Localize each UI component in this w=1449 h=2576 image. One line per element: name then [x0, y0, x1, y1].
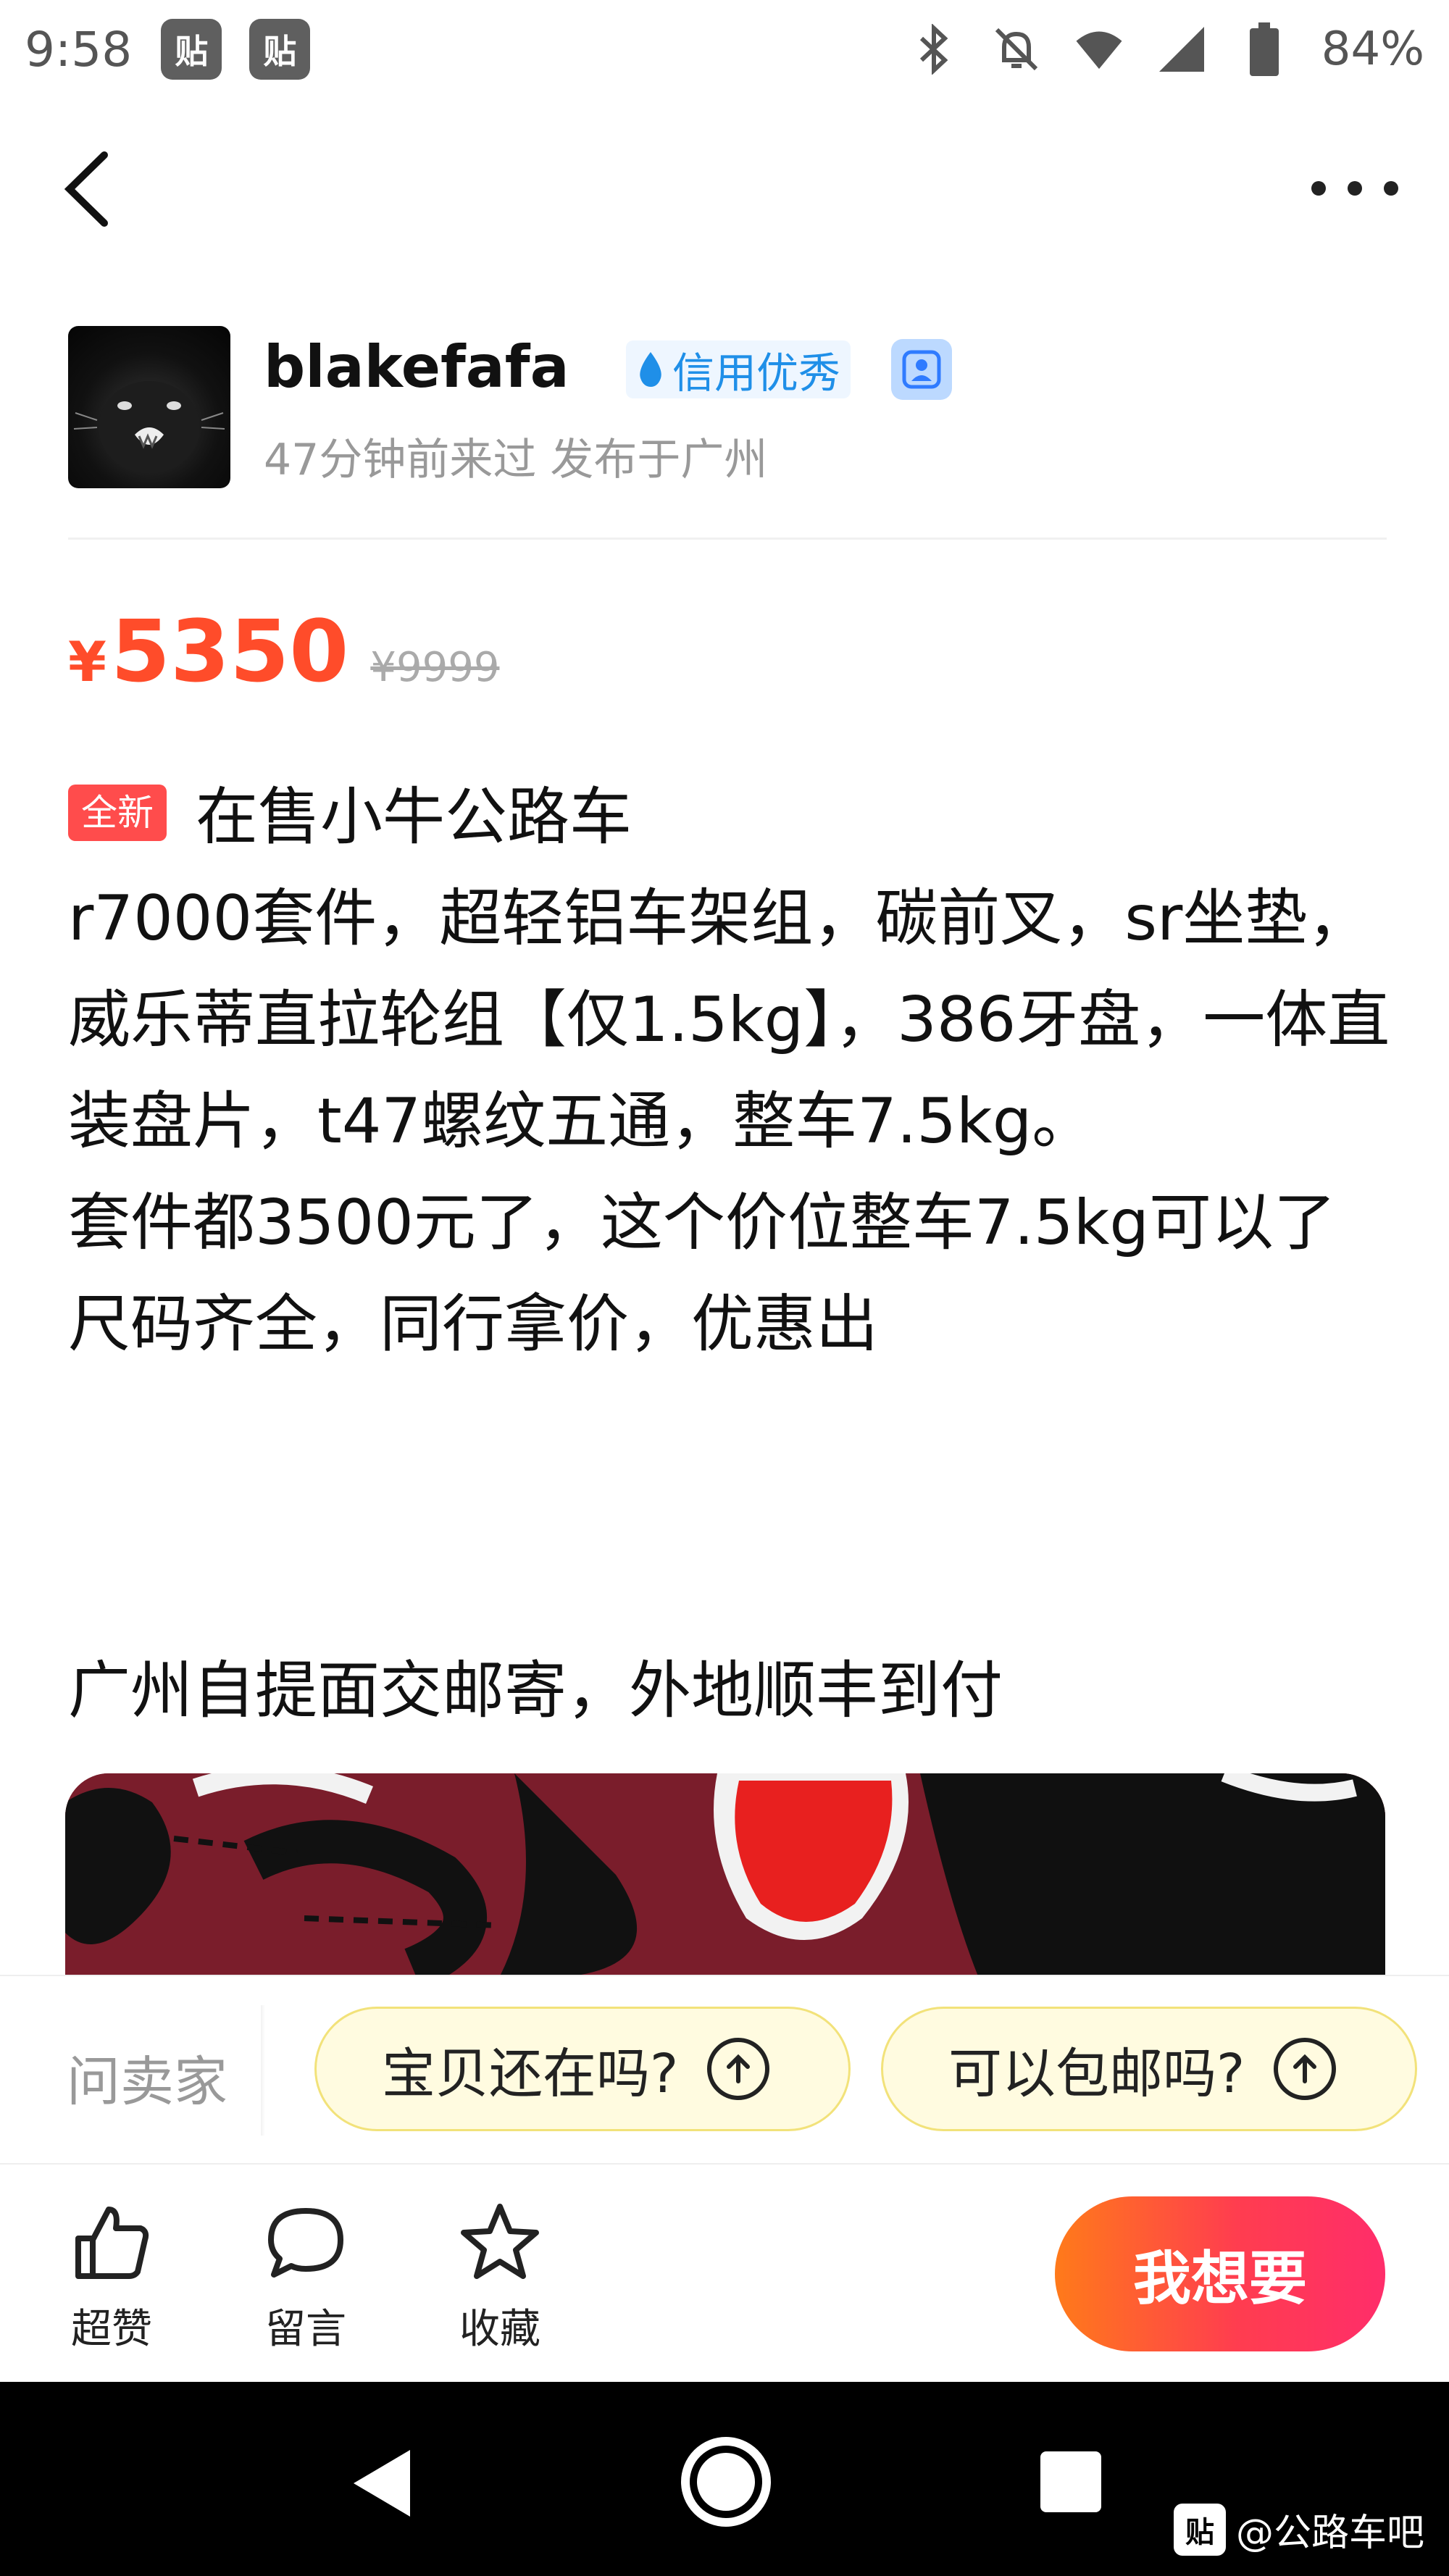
listing-description: 全新 在售小牛公路车 r7000套件，超轻铝车架组，碳前叉，sr坐垫，威乐蒂直拉轮… — [68, 766, 1401, 1375]
arrow-up-icon — [707, 2038, 770, 2100]
mute-icon — [991, 24, 1042, 75]
nav-back-button[interactable] — [341, 2440, 427, 2527]
signal-icon — [1156, 24, 1207, 75]
quick-question-button[interactable]: 宝贝还在吗? — [314, 2007, 851, 2131]
watermark: 贴 @公路车吧 — [1174, 2502, 1424, 2556]
price-row: ¥ 5350 ¥9999 — [68, 601, 499, 703]
like-button[interactable]: 超赞 — [54, 2199, 170, 2355]
watermark-text: @公路车吧 — [1236, 2512, 1425, 2555]
new-tag: 全新 — [68, 785, 167, 841]
nav-recents-button[interactable] — [1040, 2451, 1101, 2512]
notification-badge: 贴 — [249, 19, 311, 80]
favorite-label: 收藏 — [459, 2306, 540, 2353]
divider — [261, 2005, 265, 2136]
credit-badge[interactable]: 信用优秀 — [626, 340, 851, 398]
home-circle-icon — [697, 2453, 755, 2511]
favorite-button[interactable]: 收藏 — [442, 2199, 558, 2355]
seller-subtitle: 47分钟前来过 发布于广州 — [264, 435, 768, 485]
more-dot-icon — [1311, 181, 1326, 196]
price-current: 5350 — [110, 601, 349, 701]
back-button[interactable] — [58, 149, 123, 229]
battery-percent: 84% — [1321, 22, 1424, 76]
shipping-note: 广州自提面交邮寄，外地顺丰到付 — [68, 1655, 1003, 1727]
arrow-up-icon — [1274, 2038, 1337, 2100]
status-bar: 9:58 贴 贴 84% — [0, 0, 1449, 99]
ask-seller-label: 问卖家 — [67, 2051, 227, 2113]
comment-label: 留言 — [265, 2306, 346, 2353]
more-dot-icon — [1348, 181, 1362, 196]
thumbs-up-icon — [75, 2207, 149, 2279]
status-time: 9:58 — [25, 21, 133, 78]
more-dot-icon — [1384, 181, 1398, 196]
wifi-icon — [1074, 24, 1124, 75]
bluetooth-icon — [909, 24, 959, 75]
bottom-action-bar: 超赞 留言 收藏 我想要 — [0, 2163, 1449, 2380]
chat-bubble-icon — [268, 2208, 343, 2278]
quick-question-label: 宝贝还在吗? — [382, 2042, 679, 2105]
price-original: ¥9999 — [370, 644, 500, 691]
notification-badge: 贴 — [161, 19, 222, 80]
credit-label: 信用优秀 — [672, 348, 841, 398]
quick-question-label: 可以包邮吗? — [948, 2042, 1245, 2105]
description-text: 在售小牛公路车 r7000套件，超轻铝车架组，碳前叉，sr坐垫，威乐蒂直拉轮组【… — [68, 781, 1390, 1360]
seller-username[interactable]: blakefafa — [264, 333, 569, 401]
nav-home-button[interactable] — [681, 2437, 771, 2527]
product-image[interactable] — [65, 1773, 1385, 1976]
star-icon — [461, 2204, 539, 2279]
cat-avatar-icon — [73, 381, 225, 474]
water-drop-icon — [640, 352, 661, 387]
price-currency: ¥ — [68, 630, 107, 694]
verified-user-icon[interactable] — [891, 339, 952, 400]
more-options-button[interactable] — [1311, 167, 1398, 210]
triangle-back-icon — [354, 2450, 410, 2517]
ask-seller-bar: 问卖家 宝贝还在吗? 可以包邮吗? — [0, 1975, 1449, 2162]
divider — [68, 538, 1387, 540]
quick-question-button[interactable]: 可以包邮吗? — [881, 2007, 1417, 2131]
comment-button[interactable]: 留言 — [248, 2199, 364, 2355]
like-label: 超赞 — [71, 2306, 152, 2353]
battery-icon — [1239, 22, 1290, 76]
seller-info[interactable]: blakefafa 信用优秀 47分钟前来过 发布于广州 — [68, 326, 1387, 493]
watermark-badge: 贴 — [1174, 2503, 1226, 2556]
chevron-left-icon — [64, 151, 108, 227]
seller-avatar[interactable] — [68, 326, 230, 488]
want-button[interactable]: 我想要 — [1055, 2196, 1385, 2351]
top-nav — [0, 116, 1449, 261]
